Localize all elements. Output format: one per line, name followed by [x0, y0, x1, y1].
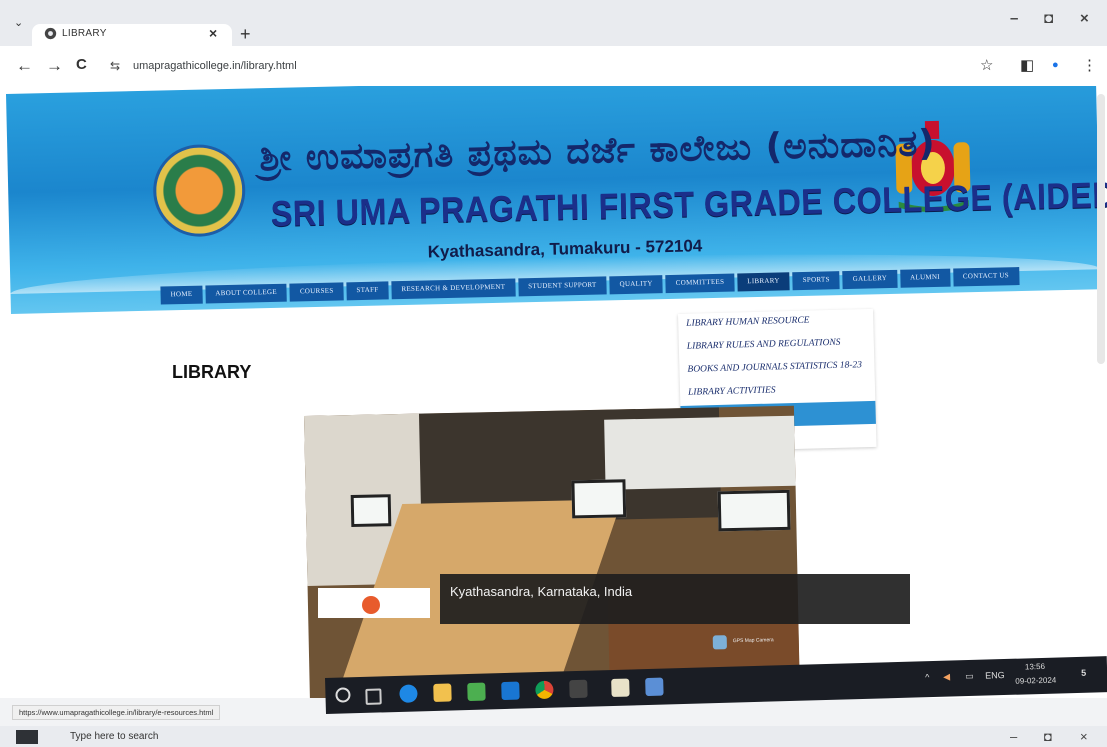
gps-camera-icon — [712, 635, 727, 650]
file-explorer-icon[interactable] — [433, 683, 452, 702]
geo-map-thumbnail — [318, 588, 430, 618]
edge-icon[interactable] — [399, 684, 418, 703]
nav-alumni[interactable]: ALUMNI — [899, 268, 951, 288]
geo-location-overlay: Kyathasandra, Karnataka, India — [440, 574, 910, 624]
nav-courses[interactable]: COURSES — [289, 282, 344, 302]
forward-button[interactable]: → — [46, 56, 63, 76]
globe-icon — [44, 27, 57, 40]
new-tab-button[interactable]: + — [240, 24, 251, 45]
nav-contact-us[interactable]: CONTACT US — [952, 267, 1020, 287]
cortana-icon[interactable] — [335, 687, 351, 703]
clock-date[interactable]: 09-02-2024 — [1015, 676, 1056, 686]
close-window-button[interactable]: × — [1080, 729, 1088, 744]
nav-sports[interactable]: SPORTS — [792, 271, 840, 291]
tab-close-icon[interactable]: × — [209, 25, 217, 41]
nav-library[interactable]: LIBRARY — [737, 272, 790, 292]
store-icon[interactable] — [467, 682, 486, 702]
bookmark-star-icon[interactable]: ☆ — [980, 56, 993, 74]
notification-count[interactable]: 5 — [1081, 668, 1086, 678]
college-title-english: SRI UMA PRAGATHI FIRST GRADE COLLEGE (AI… — [270, 173, 1107, 235]
clock-time[interactable]: 13:56 — [1025, 662, 1045, 672]
tab-strip: ⌄ LIBRARY × + – ◘ × — [0, 0, 1107, 46]
nav-staff[interactable]: STAFF — [346, 281, 389, 301]
second-window-strip: Type here to search – ◘ × — [0, 726, 1107, 747]
app-icon[interactable] — [611, 678, 630, 698]
nav-gallery[interactable]: GALLERY — [842, 269, 898, 290]
volume-icon[interactable]: ◀ — [943, 672, 950, 683]
page-scrollbar[interactable] — [1097, 94, 1105, 364]
browser-tab-library[interactable]: LIBRARY × — [32, 24, 232, 46]
geo-location-text: Kyathasandra, Karnataka, India — [450, 584, 633, 599]
nav-committees[interactable]: COMMITTEES — [665, 273, 735, 294]
computer-monitor — [717, 489, 791, 532]
tab-search-icon[interactable]: ⌄ — [14, 16, 23, 29]
browser-toolbar: ← → C ⇆ umapragathicollege.in/library.ht… — [0, 46, 1107, 86]
maximize-button[interactable]: ◘ — [1044, 729, 1052, 744]
page-viewport: ಶ್ರೀ ಉಮಾಪ್ರಗತಿ ಪ್ರಥಮ ದರ್ಜೆ ಕಾಲೇಜು (ಅನುದಾ… — [0, 86, 1107, 698]
mail-icon[interactable] — [501, 681, 520, 701]
windows-start-icon[interactable] — [16, 730, 38, 744]
network-icon[interactable]: ▭ — [965, 671, 974, 682]
minimize-button[interactable]: – — [1010, 729, 1017, 744]
nav-home[interactable]: HOME — [160, 285, 203, 305]
address-bar[interactable]: umapragathicollege.in/library.html — [133, 60, 297, 72]
profile-icon[interactable]: ● — [1052, 59, 1059, 71]
computer-monitor — [350, 494, 392, 528]
language-indicator[interactable]: ENG — [985, 670, 1005, 681]
reload-button[interactable]: C — [76, 56, 87, 73]
browser-menu-icon[interactable]: ⋮ — [1082, 56, 1097, 74]
maximize-button[interactable]: ◘ — [1044, 10, 1053, 27]
close-window-button[interactable]: × — [1080, 10, 1089, 27]
task-view-icon[interactable] — [365, 688, 382, 705]
nav-quality[interactable]: QUALITY — [609, 275, 663, 295]
side-panel-icon[interactable]: ◧ — [1020, 56, 1034, 74]
nav-research-development[interactable]: RESEARCH & DEVELOPMENT — [391, 278, 516, 300]
chrome-icon[interactable] — [535, 680, 554, 700]
site-header-banner: ಶ್ರೀ ಉಮಾಪ್ರಗತಿ ಪ್ರಥಮ ದರ್ಜೆ ಕಾಲೇಜು (ಅನುದಾ… — [6, 86, 1107, 314]
computer-monitor — [571, 479, 627, 519]
page-title: LIBRARY — [172, 362, 252, 382]
college-title-kannada: ಶ್ರೀ ಉಮಾಪ್ರಗತಿ ಪ್ರಥಮ ದರ್ಜೆ ಕಾಲೇಜು (ಅನುದಾ… — [259, 122, 937, 180]
tab-title: LIBRARY — [62, 28, 107, 39]
back-button[interactable]: ← — [16, 56, 33, 76]
nav-student-support[interactable]: STUDENT SUPPORT — [518, 276, 607, 297]
app-icon[interactable] — [645, 677, 664, 697]
taskbar-search-box[interactable]: Type here to search — [70, 731, 158, 742]
minimize-button[interactable]: – — [1010, 10, 1018, 27]
nav-about-college[interactable]: ABOUT COLLEGE — [205, 283, 288, 304]
gps-camera-label: GPS Map Camera — [732, 637, 774, 645]
site-info-icon[interactable]: ⇆ — [110, 59, 120, 73]
app-icon[interactable] — [569, 679, 588, 699]
map-pin-icon — [362, 596, 380, 614]
status-bar-link-preview: https://www.umapragathicollege.in/librar… — [12, 705, 221, 720]
tray-chevron-icon[interactable]: ^ — [925, 672, 930, 682]
library-photo: GPS Map Camera — [304, 405, 800, 698]
college-seal-logo — [152, 143, 247, 238]
